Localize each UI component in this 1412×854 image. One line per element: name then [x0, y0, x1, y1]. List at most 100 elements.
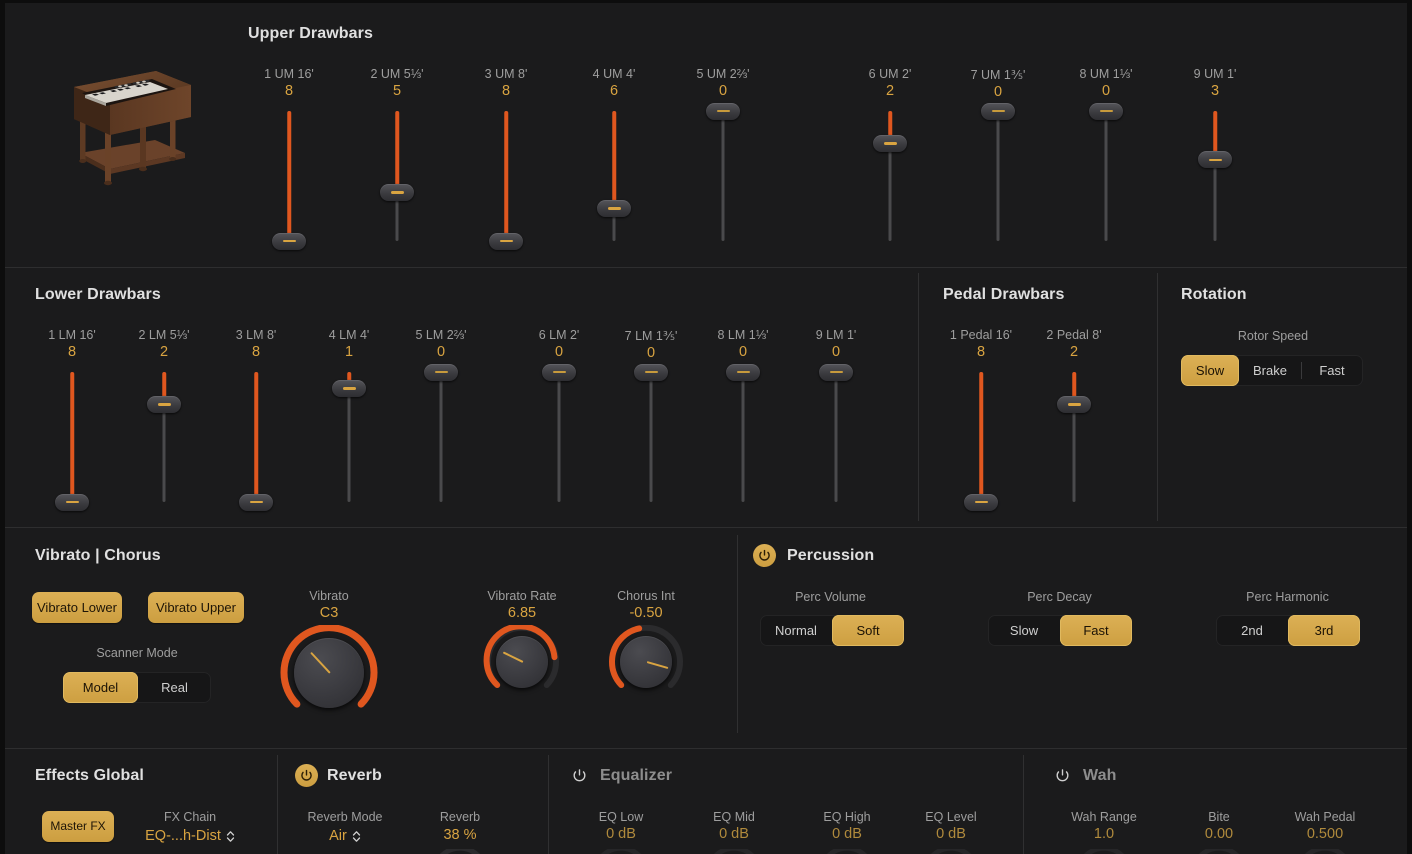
upper-drawbar-9[interactable]: 9 UM 1'3	[1170, 67, 1260, 261]
wah-power-button[interactable]	[1051, 764, 1074, 787]
drawbar-fill	[287, 111, 291, 241]
reverb-power-button[interactable]	[295, 764, 318, 787]
drawbar-thumb[interactable]	[332, 380, 366, 397]
lower-drawbar-9[interactable]: 9 LM 1'0	[791, 328, 881, 522]
drawbar-fill	[70, 372, 74, 502]
perc-volume-segmented[interactable]: Normal Soft	[760, 615, 904, 646]
perc-volume-option-normal[interactable]: Normal	[760, 615, 832, 646]
eq-knob-2[interactable]	[706, 849, 762, 854]
upper-drawbar-7[interactable]: 7 UM 1⅗'0	[953, 67, 1043, 261]
lower-drawbar-value: 8	[211, 344, 301, 360]
perc-harmonic-option-3rd[interactable]: 3rd	[1288, 615, 1360, 646]
drawbar-thumb[interactable]	[272, 233, 306, 250]
lower-drawbar-value: 0	[396, 344, 486, 360]
lower-drawbar-4[interactable]: 4 LM 4'1	[304, 328, 394, 522]
vibrato-knob[interactable]	[278, 625, 380, 715]
drawbar-thumb[interactable]	[819, 364, 853, 381]
lower-drawbar-7[interactable]: 7 LM 1⅗'0	[606, 328, 696, 522]
wah-knob-2[interactable]	[1191, 849, 1247, 854]
scanner-mode-option-model[interactable]: Model	[63, 672, 138, 703]
perc-decay-segmented[interactable]: Slow Fast	[988, 615, 1132, 646]
upper-drawbar-6[interactable]: 6 UM 2'2	[845, 67, 935, 261]
drawbar-track[interactable]	[722, 111, 725, 241]
upper-drawbar-1[interactable]: 1 UM 16'8	[244, 67, 334, 261]
drawbar-thumb[interactable]	[873, 135, 907, 152]
chorus-int-value: -0.50	[607, 605, 685, 621]
scanner-mode-segmented[interactable]: Model Real	[63, 672, 211, 703]
upper-drawbar-2[interactable]: 2 UM 5⅓'5	[352, 67, 442, 261]
drawbar-thumb[interactable]	[634, 364, 668, 381]
drawbar-track[interactable]	[742, 372, 745, 502]
lower-drawbar-value: 2	[119, 344, 209, 360]
drawbar-track[interactable]	[440, 372, 443, 502]
perc-harmonic-segmented[interactable]: 2nd 3rd	[1216, 615, 1360, 646]
drawbar-thumb[interactable]	[1089, 103, 1123, 120]
drawbar-thumb[interactable]	[55, 494, 89, 511]
scanner-mode-label: Scanner Mode	[77, 646, 197, 660]
upper-drawbar-value: 0	[953, 84, 1043, 100]
lower-drawbar-1[interactable]: 1 LM 16'8	[27, 328, 117, 522]
vibrato-lower-button[interactable]: Vibrato Lower	[32, 592, 122, 623]
reverb-amount-knob[interactable]	[432, 849, 488, 854]
upper-drawbar-label: 9 UM 1'	[1170, 67, 1260, 81]
drawbar-track[interactable]	[558, 372, 561, 502]
lower-drawbar-3[interactable]: 3 LM 8'8	[211, 328, 301, 522]
upper-drawbar-4[interactable]: 4 UM 4'6	[569, 67, 659, 261]
perc-harmonic-option-2nd[interactable]: 2nd	[1216, 615, 1288, 646]
drawbar-thumb[interactable]	[1057, 396, 1091, 413]
drawbar-thumb[interactable]	[964, 494, 998, 511]
lower-drawbar-8[interactable]: 8 LM 1⅓'0	[698, 328, 788, 522]
rotor-speed-option-slow[interactable]: Slow	[1181, 355, 1239, 386]
fx-chain-popup[interactable]: EQ-...h-Dist	[131, 827, 249, 845]
eq-knob-4[interactable]	[923, 849, 979, 854]
rotor-speed-segmented[interactable]: Slow Brake Fast	[1181, 355, 1363, 386]
vibrato-rate-knob[interactable]	[483, 625, 561, 693]
percussion-power-button[interactable]	[753, 544, 776, 567]
drawbar-track[interactable]	[1105, 111, 1108, 241]
scanner-mode-option-real[interactable]: Real	[138, 672, 211, 703]
perc-volume-option-soft[interactable]: Soft	[832, 615, 904, 646]
lower-drawbar-5[interactable]: 5 LM 2⅔'0	[396, 328, 486, 522]
vibrato-rate-value: 6.85	[483, 605, 561, 621]
drawbar-thumb[interactable]	[147, 396, 181, 413]
drawbar-track[interactable]	[997, 111, 1000, 241]
perc-decay-option-fast[interactable]: Fast	[1060, 615, 1132, 646]
rotor-speed-option-fast[interactable]: Fast	[1301, 355, 1363, 386]
drawbar-thumb[interactable]	[424, 364, 458, 381]
drawbar-track[interactable]	[835, 372, 838, 502]
eq-knob-1[interactable]	[593, 849, 649, 854]
pedal-drawbar-1[interactable]: 1 Pedal 16'8	[936, 328, 1026, 522]
wah-knob-1[interactable]	[1076, 849, 1132, 854]
vibrato-upper-button[interactable]: Vibrato Upper	[148, 592, 244, 623]
rotor-speed-option-brake[interactable]: Brake	[1239, 355, 1301, 386]
eq-param-label: EQ Mid	[675, 810, 793, 824]
eq-knob-3[interactable]	[819, 849, 875, 854]
upper-drawbar-5[interactable]: 5 UM 2⅔'0	[678, 67, 768, 261]
upper-drawbar-8[interactable]: 8 UM 1⅓'0	[1061, 67, 1151, 261]
pedal-drawbar-2[interactable]: 2 Pedal 8'2	[1029, 328, 1119, 522]
wah-param-1: Wah Range1.0	[1045, 810, 1163, 842]
drawbar-track[interactable]	[650, 372, 653, 502]
upper-drawbar-3[interactable]: 3 UM 8'8	[461, 67, 551, 261]
master-fx-button[interactable]: Master FX	[42, 811, 114, 842]
drawbar-thumb[interactable]	[239, 494, 273, 511]
drawbar-thumb[interactable]	[1198, 151, 1232, 168]
perc-decay-option-slow[interactable]: Slow	[988, 615, 1060, 646]
drawbar-thumb[interactable]	[542, 364, 576, 381]
drawbar-thumb[interactable]	[489, 233, 523, 250]
reverb-mode-popup[interactable]: Air	[286, 827, 404, 845]
drawbar-thumb[interactable]	[597, 200, 631, 217]
lower-drawbar-6[interactable]: 6 LM 2'0	[514, 328, 604, 522]
equalizer-power-button[interactable]	[568, 764, 591, 787]
drawbar-thumb[interactable]	[706, 103, 740, 120]
drawbar-thumb[interactable]	[981, 103, 1015, 120]
wah-knob-3[interactable]	[1297, 849, 1353, 854]
chorus-int-knob[interactable]	[607, 625, 685, 693]
drawbar-thumb[interactable]	[380, 184, 414, 201]
vibrato-knob-value: C3	[278, 605, 380, 621]
lower-drawbar-2[interactable]: 2 LM 5⅓'2	[119, 328, 209, 522]
drawbar-thumb[interactable]	[726, 364, 760, 381]
lower-drawbar-label: 7 LM 1⅗'	[606, 328, 696, 343]
upper-drawbar-label: 2 UM 5⅓'	[352, 67, 442, 81]
chorus-int-knob-group: Chorus Int -0.50	[607, 589, 685, 693]
